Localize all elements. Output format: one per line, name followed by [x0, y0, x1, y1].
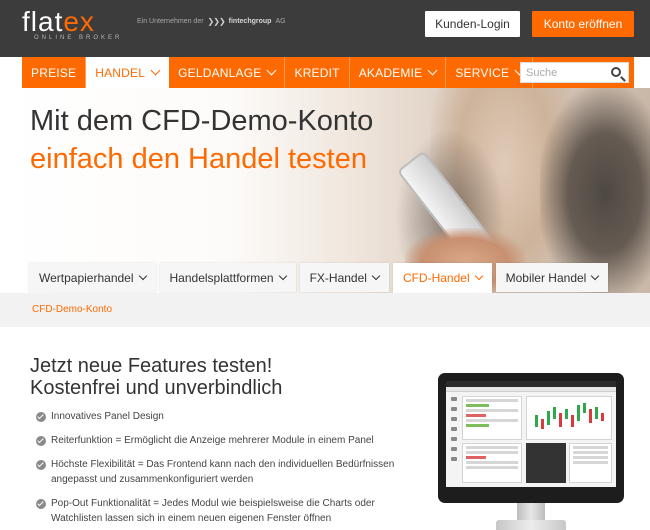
tab-wertpapierhandel[interactable]: Wertpapierhandel	[29, 263, 156, 292]
tab-fx-handel[interactable]: FX-Handel	[299, 263, 389, 292]
chevron-down-icon	[267, 65, 277, 76]
nav-item-geldanlage[interactable]: GELDANLAGE	[169, 57, 286, 88]
list-item: Pop-Out Funktionalität = Jedes Modul wie…	[36, 496, 416, 526]
screen-menubar	[446, 387, 616, 392]
customer-login-button[interactable]: Kunden-Login	[425, 11, 520, 37]
nav-item-handel[interactable]: HANDEL	[86, 57, 170, 88]
logo-wordmark: flatex	[22, 6, 95, 37]
search-box	[520, 62, 629, 83]
section-heading: Jetzt neue Features testen!	[30, 355, 273, 377]
list-item: Höchste Flexibilität = Das Frontend kann…	[36, 457, 416, 487]
monitor-base	[496, 520, 566, 530]
nav-item-preise[interactable]: PREISE	[22, 57, 87, 88]
chevron-down-icon	[278, 271, 287, 280]
top-bar: flatex ONLINE BROKER Ein Unternehmen der…	[0, 0, 650, 57]
partner-note: Ein Unternehmen der ❯❯❯ fintechgroup AG	[137, 17, 286, 26]
feature-list: Innovatives Panel Design Reiterfunktion …	[36, 409, 416, 530]
check-circle-icon	[36, 460, 46, 470]
chevron-down-icon	[371, 271, 381, 280]
trading-platform-screenshot	[446, 381, 616, 487]
screen-watchlist-panel	[462, 396, 522, 440]
chevron-down-icon	[427, 65, 438, 76]
tab-handelsplattformen[interactable]: Handelsplattformen	[159, 263, 296, 292]
chevrons-icon: ❯❯❯	[207, 17, 226, 26]
sub-navigation: Wertpapierhandel Handelsplattformen FX-H…	[29, 263, 609, 293]
chevron-down-icon	[138, 271, 147, 280]
chevron-down-icon	[150, 65, 161, 76]
hero-subtitle: einfach den Handel testen	[30, 143, 367, 175]
search-input[interactable]	[521, 63, 603, 82]
list-item: Innovatives Panel Design	[36, 409, 416, 424]
tab-mobiler-handel[interactable]: Mobiler Handel	[495, 263, 609, 292]
screen-orderbook-panel	[526, 443, 566, 483]
screen-orders-panel	[462, 443, 522, 483]
check-circle-icon	[36, 412, 46, 422]
screen-news-panel	[569, 443, 612, 483]
chevron-down-icon	[474, 271, 483, 281]
section-subheading: Kostenfrei und unverbindlich	[30, 377, 283, 399]
search-icon[interactable]	[611, 67, 621, 77]
screen-sidebar	[449, 397, 459, 483]
logo-tagline: ONLINE BROKER	[34, 35, 123, 41]
list-item: Reiterfunktion = Ermöglicht die Anzeige …	[36, 433, 416, 448]
check-circle-icon	[36, 436, 46, 446]
open-account-button[interactable]: Konto eröffnen	[532, 11, 634, 37]
screen-chart-panel	[526, 396, 612, 440]
tab-cfd-handel[interactable]: CFD-Handel	[392, 263, 492, 293]
check-circle-icon	[36, 499, 46, 509]
breadcrumb-current[interactable]: CFD-Demo-Konto	[32, 304, 112, 315]
breadcrumb: CFD-Demo-Konto	[0, 293, 650, 327]
hero-title: Mit dem CFD-Demo-Konto	[30, 105, 374, 137]
nav-item-kredit[interactable]: KREDIT	[285, 57, 350, 88]
chevron-down-icon	[591, 271, 600, 280]
nav-item-akademie[interactable]: AKADEMIE	[350, 57, 447, 88]
